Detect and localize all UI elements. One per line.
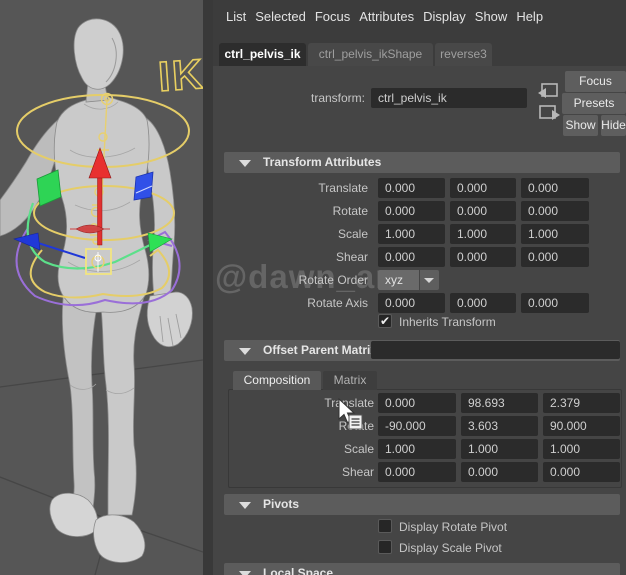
section-title: Offset Parent Matrix bbox=[263, 343, 378, 357]
display-rotate-pivot-checkbox[interactable] bbox=[378, 519, 392, 533]
opm-scale-label: Scale bbox=[343, 442, 374, 456]
menu-show[interactable]: Show bbox=[475, 9, 508, 24]
opm-scale-y-input[interactable]: 1.000 bbox=[461, 439, 538, 459]
section-transform-attributes[interactable]: Transform Attributes bbox=[224, 152, 620, 173]
opm-shear-y-input[interactable]: 0.000 bbox=[461, 462, 538, 482]
viewport-panel-divider bbox=[203, 0, 213, 575]
presets-button[interactable]: Presets bbox=[562, 93, 626, 114]
rotate-axis-x-input[interactable]: 0.000 bbox=[378, 293, 445, 313]
collapse-arrow-icon bbox=[239, 571, 251, 575]
translate-z-input[interactable]: 0.000 bbox=[521, 178, 589, 198]
collapse-arrow-icon bbox=[239, 160, 251, 167]
rotate-order-label: Rotate Order bbox=[298, 273, 368, 287]
3d-viewport[interactable]: 0 bbox=[0, 0, 207, 575]
display-scale-pivot-label: Display Scale Pivot bbox=[399, 541, 502, 555]
opm-translate-y-input[interactable]: 98.693 bbox=[461, 393, 538, 413]
section-local-space[interactable]: Local Space bbox=[224, 563, 620, 575]
ik-viewport-label: IK bbox=[157, 50, 203, 100]
menubar: List Selected Focus Attributes Display S… bbox=[213, 0, 626, 24]
section-title: Local Space bbox=[263, 566, 334, 575]
menu-selected[interactable]: Selected bbox=[255, 9, 306, 24]
display-rotate-pivot-label: Display Rotate Pivot bbox=[399, 520, 508, 534]
opm-translate-label: Translate bbox=[324, 396, 374, 410]
rotate-axis-label: Rotate Axis bbox=[307, 296, 368, 310]
tab-composition[interactable]: Composition bbox=[233, 371, 321, 390]
tab-ctrl-pelvis-ikshape[interactable]: ctrl_pelvis_ikShape bbox=[308, 43, 433, 66]
menu-attributes[interactable]: Attributes bbox=[359, 9, 414, 24]
menu-list[interactable]: List bbox=[226, 9, 246, 24]
rotate-x-input[interactable]: 0.000 bbox=[378, 201, 445, 221]
shear-label: Shear bbox=[335, 250, 368, 264]
transform-name-input[interactable]: ctrl_pelvis_ik bbox=[371, 88, 527, 108]
section-pivots[interactable]: Pivots bbox=[224, 494, 620, 515]
collapse-arrow-icon bbox=[239, 348, 251, 355]
copy-tab-icon[interactable] bbox=[538, 104, 560, 122]
focus-button[interactable]: Focus bbox=[565, 71, 626, 92]
show-button[interactable]: Show bbox=[563, 115, 598, 136]
scale-label: Scale bbox=[337, 227, 368, 241]
rotate-order-select[interactable]: xyz bbox=[378, 270, 419, 290]
opm-scale-x-input[interactable]: 1.000 bbox=[378, 439, 456, 459]
rotate-axis-z-input[interactable]: 0.000 bbox=[521, 293, 589, 313]
opm-shear-x-input[interactable]: 0.000 bbox=[378, 462, 456, 482]
opm-shear-label: Shear bbox=[341, 465, 374, 479]
tab-reverse3[interactable]: reverse3 bbox=[435, 43, 492, 66]
rotate-axis-y-input[interactable]: 0.000 bbox=[450, 293, 516, 313]
opm-scale-z-input[interactable]: 1.000 bbox=[543, 439, 620, 459]
rotate-label: Rotate bbox=[332, 204, 368, 218]
opm-rotate-z-input[interactable]: 90.000 bbox=[543, 416, 620, 436]
scale-x-input[interactable]: 1.000 bbox=[378, 224, 445, 244]
hide-button[interactable]: Hide bbox=[601, 115, 626, 136]
opm-translate-x-input[interactable]: 0.000 bbox=[378, 393, 456, 413]
opm-rotate-label: Rotate bbox=[338, 419, 374, 433]
menu-display[interactable]: Display bbox=[423, 9, 466, 24]
opm-translate-z-input[interactable]: 2.379 bbox=[543, 393, 620, 413]
translate-label: Translate bbox=[318, 181, 368, 195]
tab-ctrl-pelvis-ik[interactable]: ctrl_pelvis_ik bbox=[219, 43, 306, 66]
opm-rotate-y-input[interactable]: 3.603 bbox=[461, 416, 538, 436]
scale-z-input[interactable]: 1.000 bbox=[521, 224, 589, 244]
opm-shear-z-input[interactable]: 0.000 bbox=[543, 462, 620, 482]
section-title: Pivots bbox=[263, 497, 300, 511]
maya-window: 0 bbox=[0, 0, 626, 575]
attribute-editor-panel: List Selected Focus Attributes Display S… bbox=[213, 0, 626, 575]
shear-z-input[interactable]: 0.000 bbox=[521, 247, 589, 267]
collapse-arrow-icon bbox=[239, 502, 251, 509]
inherits-transform-label: Inherits Transform bbox=[399, 315, 496, 329]
translate-y-input[interactable]: 0.000 bbox=[450, 178, 516, 198]
scale-y-input[interactable]: 1.000 bbox=[450, 224, 516, 244]
opm-rotate-x-input[interactable]: -90.000 bbox=[378, 416, 456, 436]
shear-x-input[interactable]: 0.000 bbox=[378, 247, 445, 267]
load-attributes-icon[interactable] bbox=[538, 82, 560, 100]
attribute-editor-header: List Selected Focus Attributes Display S… bbox=[213, 0, 626, 66]
viewport-scene: 0 bbox=[0, 18, 207, 575]
transform-label: transform: bbox=[310, 91, 365, 105]
display-scale-pivot-checkbox[interactable] bbox=[378, 540, 392, 554]
rotate-z-input[interactable]: 0.000 bbox=[521, 201, 589, 221]
rotate-order-dropdown-arrow-icon[interactable] bbox=[420, 270, 439, 290]
menu-focus[interactable]: Focus bbox=[315, 9, 350, 24]
inherits-transform-checkbox[interactable] bbox=[378, 314, 392, 328]
tab-matrix[interactable]: Matrix bbox=[323, 371, 377, 390]
shear-y-input[interactable]: 0.000 bbox=[450, 247, 516, 267]
section-title: Transform Attributes bbox=[263, 155, 382, 169]
offset-parent-matrix-input[interactable] bbox=[371, 341, 620, 359]
rotate-y-input[interactable]: 0.000 bbox=[450, 201, 516, 221]
translate-x-input[interactable]: 0.000 bbox=[378, 178, 445, 198]
menu-help[interactable]: Help bbox=[516, 9, 543, 24]
